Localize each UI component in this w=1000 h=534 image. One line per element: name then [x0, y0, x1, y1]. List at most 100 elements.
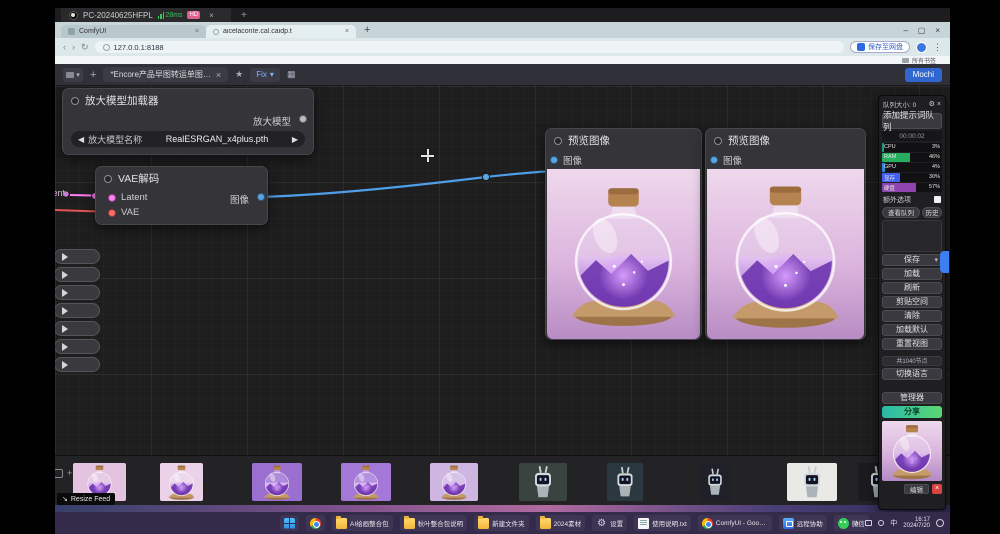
collapsed-node-stub[interactable] [54, 321, 100, 336]
taskbar-item-folder[interactable]: 秋叶整合包说明 [400, 515, 468, 531]
browser-tab-comfyui[interactable]: ComfyUI × [61, 25, 206, 38]
menu-button[interactable]: 刷新 [882, 282, 942, 294]
panel-handle[interactable] [940, 251, 949, 273]
taskbar-item-folder[interactable]: 新建文件夹 [474, 515, 529, 531]
latent-slot-dot[interactable] [108, 194, 116, 202]
collapsed-node-stub[interactable] [54, 339, 100, 354]
new-workflow-button[interactable]: + [90, 69, 96, 81]
fix-mode-dropdown[interactable]: Fix ▾ [250, 68, 280, 82]
collapsed-node-stub[interactable] [54, 357, 100, 372]
edit-button[interactable]: 编辑 [904, 484, 929, 494]
tray-chevron-icon[interactable]: ∧ [854, 519, 859, 527]
feed-thumbnail-robot[interactable] [699, 463, 731, 501]
taskbar-item-gear[interactable]: ⚙设置 [592, 515, 627, 531]
collapse-dot[interactable] [714, 137, 722, 145]
ime-indicator[interactable]: 中 [890, 518, 897, 528]
node-preview-image-2[interactable]: 预览图像 图像 [705, 128, 866, 340]
netdisk-extension-button[interactable]: 保存至网盘 [850, 41, 910, 53]
view-history-button[interactable]: 历史 [922, 207, 942, 218]
queue-prompt-button[interactable]: 添加提示词队列 [882, 113, 942, 129]
collapsed-node-stub[interactable] [54, 303, 100, 318]
notification-bell-icon[interactable] [936, 519, 944, 527]
grid-view-icon[interactable]: ▦ [287, 69, 296, 80]
collapse-dot[interactable] [71, 97, 79, 105]
taskbar-item-doc[interactable]: 使用说明.txt [634, 515, 691, 531]
extra-options-checkbox[interactable] [934, 196, 941, 203]
settings-gear-icon[interactable]: ⚙ [929, 100, 935, 108]
node-vae-decode[interactable]: VAE解码 Latent VAE 图像 [95, 166, 268, 225]
node-preview-image-1[interactable]: 预览图像 图像 [545, 128, 702, 340]
node-header[interactable]: 放大模型加载器 [63, 89, 313, 110]
feed-thumbnail-robot[interactable] [787, 463, 837, 501]
new-tab-button[interactable]: + [364, 24, 370, 36]
manager-button[interactable]: 管理器 [882, 392, 942, 404]
mochi-button[interactable]: Mochi [905, 68, 942, 82]
forward-icon[interactable]: › [72, 42, 75, 52]
collapse-dot[interactable] [554, 137, 562, 145]
tray-volume-icon[interactable] [878, 520, 884, 526]
workflow-tab[interactable]: *Encore产品早图转运单图… × [103, 67, 228, 82]
collapsed-node-stub[interactable] [54, 267, 100, 282]
feed-thumbnail-jar[interactable] [430, 463, 478, 501]
workflow-menu-button[interactable]: ▾ [63, 68, 83, 82]
close-session-icon[interactable]: × [209, 11, 214, 20]
tray-display-icon[interactable] [865, 520, 872, 526]
node-header[interactable]: 预览图像 [546, 129, 701, 150]
output-slot-dot[interactable] [299, 115, 307, 123]
menu-button[interactable]: 清除 [882, 310, 942, 322]
close-tab-icon[interactable]: × [195, 28, 199, 35]
image-slot-dot[interactable] [550, 156, 558, 164]
node-header[interactable]: VAE解码 [96, 167, 267, 188]
taskbar-item-windows[interactable] [280, 515, 299, 531]
feed-add-icon[interactable]: + [67, 469, 72, 478]
collapsed-node-stub[interactable] [54, 249, 100, 264]
remote-session-tab[interactable]: PC-20240625HFPL 28ms HD × [61, 8, 231, 22]
bookmark-star-icon[interactable]: ★ [235, 69, 243, 80]
feed-thumbnail-robot[interactable] [607, 463, 643, 501]
close-panel-icon[interactable]: × [937, 101, 941, 108]
view-queue-button[interactable]: 查看队列 [882, 207, 920, 218]
combo-right-arrow[interactable]: ▶ [292, 135, 298, 144]
url-field[interactable]: 127.0.0.1:8188 [95, 41, 844, 53]
feed-thumbnail-jar[interactable] [341, 463, 391, 501]
image-slot-dot[interactable] [257, 193, 265, 201]
window-maximize-button[interactable]: ▢ [918, 26, 926, 35]
taskbar-item-chrome[interactable]: ComfyUI - Google C [698, 515, 772, 531]
feed-thumbnail-jar[interactable] [160, 463, 203, 501]
feed-layout-icon[interactable] [54, 469, 63, 478]
menu-button[interactable]: 保存▾ [882, 254, 942, 266]
collapsed-node-stub[interactable] [54, 285, 100, 300]
model-name-combo[interactable]: ◀ 放大模型名称 RealESRGAN_x4plus.pth ▶ [71, 131, 305, 147]
close-workflow-icon[interactable]: × [216, 70, 221, 80]
image-slot-dot[interactable] [710, 156, 718, 164]
switch-language-button[interactable]: 切换语言 [882, 368, 942, 380]
window-minimize-button[interactable]: – [903, 26, 907, 35]
profile-avatar[interactable] [916, 42, 927, 53]
collapse-dot[interactable] [104, 175, 112, 183]
taskbar-item-remote[interactable]: 远程协助 [779, 515, 827, 531]
new-session-button[interactable]: + [241, 10, 247, 21]
node-upscale-model-loader[interactable]: 放大模型加载器 放大模型 ◀ 放大模型名称 RealESRGAN_x4plus.… [62, 88, 314, 155]
latest-output-thumbnail[interactable] [882, 421, 942, 481]
menu-button[interactable]: 重置视图 [882, 338, 942, 350]
menu-button[interactable]: 加载默认 [882, 324, 942, 336]
feed-thumbnail-robot[interactable] [519, 463, 567, 501]
menu-button[interactable]: 加载 [882, 268, 942, 280]
feed-thumbnail-jar[interactable] [252, 463, 302, 501]
browser-tab-active[interactable]: aicelaconte.cal.caidp.t × [206, 25, 356, 38]
menu-button[interactable]: 剪贴空间 [882, 296, 942, 308]
taskbar-item-folder[interactable]: AI绘画整合包 [332, 515, 393, 531]
taskbar-item-folder[interactable]: 2024素材 [536, 515, 585, 531]
browser-menu-icon[interactable]: ⋮ [933, 42, 942, 53]
window-close-button[interactable]: × [935, 26, 940, 35]
reload-icon[interactable]: ↻ [81, 42, 89, 53]
taskbar-item-chrome[interactable] [306, 515, 325, 531]
close-feed-button[interactable]: × [932, 484, 942, 494]
close-tab-icon[interactable]: × [345, 28, 349, 35]
share-button[interactable]: 分享 [882, 406, 942, 418]
back-icon[interactable]: ‹ [63, 42, 66, 52]
vae-slot-dot[interactable] [108, 209, 116, 217]
node-header[interactable]: 预览图像 [706, 129, 865, 150]
combo-left-arrow[interactable]: ◀ [78, 135, 84, 144]
clock[interactable]: 16:17 2024/7/20 [903, 517, 930, 530]
